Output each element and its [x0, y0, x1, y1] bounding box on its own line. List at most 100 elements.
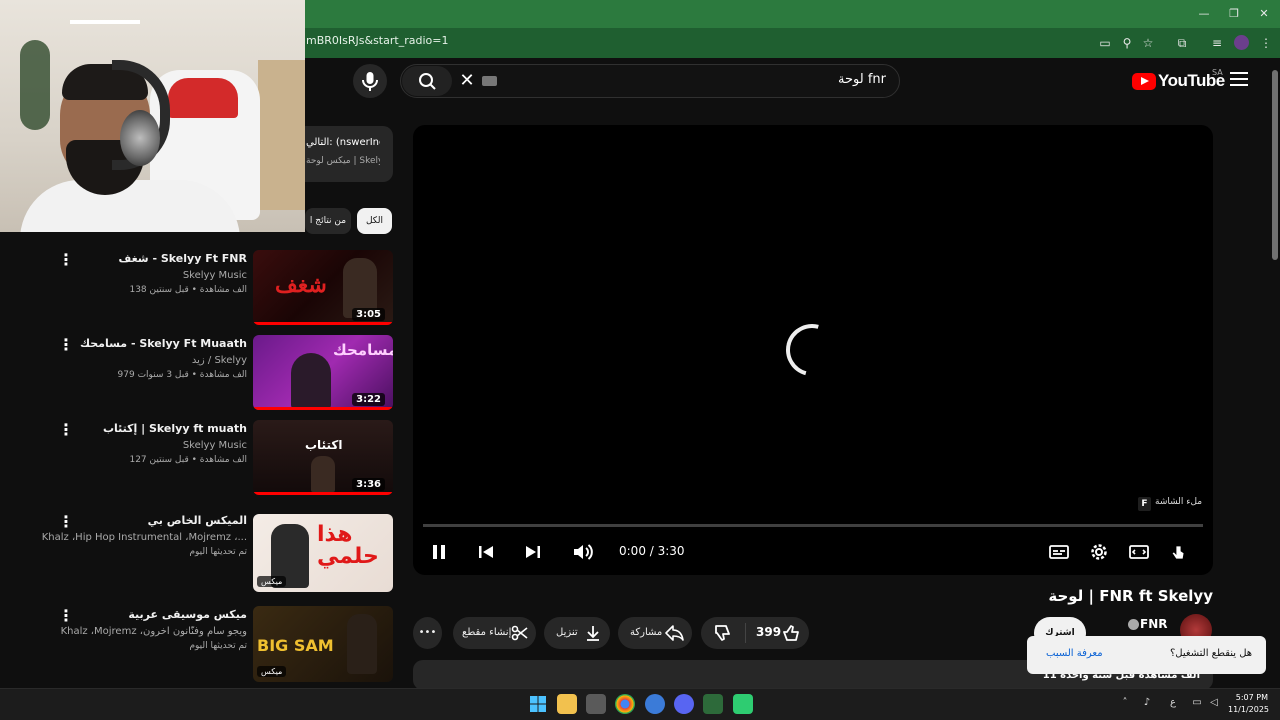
- clear-search-icon[interactable]: ✕: [458, 71, 476, 91]
- reading-list-icon[interactable]: ≡: [1209, 35, 1225, 51]
- more-options-icon[interactable]: ⋮: [58, 252, 74, 268]
- video-thumbnail[interactable]: اكتئاب 3:36: [253, 420, 393, 495]
- file-explorer-icon[interactable]: [557, 694, 577, 714]
- pause-icon: [433, 545, 445, 559]
- playlist-meta: تم تحديثها اليوم: [189, 641, 247, 651]
- list-item[interactable]: هذا حلمي ميكس الميكس الخاص بي Khalz ،Hip …: [0, 512, 395, 592]
- windows-start-icon[interactable]: [528, 694, 548, 714]
- thumbnail-art: هذا حلمي: [317, 522, 379, 569]
- settings-button[interactable]: [1088, 541, 1110, 563]
- video-thumbnail[interactable]: مسامحك 3:22: [253, 335, 393, 410]
- xbox-icon[interactable]: [703, 694, 723, 714]
- search-button[interactable]: [402, 66, 452, 96]
- discord-icon[interactable]: [674, 694, 694, 714]
- cast-icon[interactable]: ▭: [1097, 35, 1113, 51]
- more-options-icon[interactable]: ⋮: [58, 608, 74, 624]
- list-item[interactable]: اكتئاب 3:36 إكتئاب | Skelyy ft muath Ske…: [0, 420, 395, 500]
- store-icon[interactable]: [586, 694, 606, 714]
- download-button[interactable]: تنزيل: [544, 617, 610, 649]
- channel-name[interactable]: Skelyy Music: [37, 440, 247, 451]
- video-thumbnail[interactable]: شغف 3:05: [253, 250, 393, 325]
- hamburger-menu-icon[interactable]: [1230, 72, 1248, 90]
- playlist-thumbnail[interactable]: BIG SAM ميكس: [253, 606, 393, 682]
- subtitles-button[interactable]: [1048, 541, 1070, 563]
- webcam-plant: [20, 40, 50, 130]
- close-window-icon[interactable]: ✕: [1256, 6, 1272, 22]
- thumbs-down-icon: [715, 625, 730, 641]
- up-next-card[interactable]: [305, 126, 393, 182]
- thumbs-up-icon: [783, 625, 799, 641]
- input-language[interactable]: ع: [1166, 697, 1180, 708]
- microphone-icon: [362, 72, 378, 91]
- app-icon[interactable]: [733, 694, 753, 714]
- list-item[interactable]: BIG SAM ميكس ميكس موسيقى عربية Khalz ،Mo…: [0, 606, 395, 686]
- theater-mode-button[interactable]: [1128, 541, 1150, 563]
- video-progress-bar[interactable]: [423, 524, 1203, 527]
- dislike-button[interactable]: [712, 623, 734, 643]
- channel-name[interactable]: زيد / Skelyy: [37, 355, 247, 366]
- previous-button[interactable]: [475, 541, 497, 563]
- restore-icon[interactable]: ❐: [1226, 6, 1242, 22]
- playlist-artists: Khalz ،Mojremz ،ويجو سام وفنّانون آخرون: [60, 626, 247, 637]
- toast-learn-more-link[interactable]: معرفة السبب: [1046, 648, 1103, 659]
- youtube-logo-icon[interactable]: [1132, 73, 1156, 90]
- verified-check-icon: [1128, 619, 1139, 630]
- voice-search-button[interactable]: [353, 64, 387, 98]
- thumbnail-person: [311, 456, 335, 492]
- keyboard-icon[interactable]: [482, 76, 497, 86]
- address-bar-url[interactable]: mBR0IsRJs&start_radio=1: [306, 34, 448, 47]
- video-meta: 127 ألف مشاهدة • قبل سنتين: [129, 455, 247, 465]
- tray-overflow-icon[interactable]: ˄: [1118, 697, 1132, 708]
- fullscreen-hint: ملء الشاشة: [1155, 497, 1203, 507]
- watch-progress-bar: [253, 492, 393, 495]
- tray-mic-icon[interactable]: ♪: [1140, 697, 1154, 708]
- next-button[interactable]: [522, 541, 544, 563]
- duration-badge: 3:36: [352, 478, 385, 491]
- pause-button[interactable]: [428, 541, 450, 563]
- watch-progress-bar: [253, 407, 393, 410]
- fullscreen-button[interactable]: [1167, 541, 1189, 563]
- more-options-icon[interactable]: ⋮: [58, 514, 74, 530]
- channel-name-link[interactable]: FNR: [1140, 617, 1167, 631]
- create-clip-button[interactable]: إنشاء مقطع: [453, 617, 536, 649]
- profile-avatar[interactable]: [1234, 35, 1249, 50]
- toast-message: هل ينقطع التشغيل؟: [1170, 648, 1253, 659]
- mix-badge: ميكس: [257, 666, 287, 677]
- chrome-icon[interactable]: [615, 694, 635, 714]
- duration-badge: 3:22: [352, 393, 385, 406]
- browser-menu-icon[interactable]: ⋮: [1258, 35, 1274, 51]
- minimize-icon[interactable]: —: [1196, 6, 1212, 22]
- tray-volume-icon[interactable]: ◁: [1207, 697, 1221, 708]
- chip-all[interactable]: الكل: [357, 208, 392, 234]
- duration-badge: 3:05: [352, 308, 385, 321]
- download-icon: [587, 626, 599, 641]
- watch-progress-bar: [253, 322, 393, 325]
- more-actions-button[interactable]: •••: [413, 617, 442, 649]
- extensions-icon[interactable]: ⧉: [1174, 35, 1190, 51]
- taskbar-clock-time[interactable]: 5:07 PM: [1228, 693, 1268, 702]
- list-item[interactable]: مسامحك 3:22 مسامحك - Skelyy Ft Muaath زي…: [0, 335, 395, 415]
- webcam-chair-accent: [168, 78, 238, 118]
- list-item[interactable]: شغف 3:05 شغف - Skelyy Ft FNR Skelyy Musi…: [0, 250, 395, 330]
- video-meta: 138 ألف مشاهدة • قبل سنتين: [129, 285, 247, 295]
- volume-button[interactable]: [571, 541, 593, 563]
- channel-name[interactable]: Skelyy Music: [37, 270, 247, 281]
- bookmark-star-icon[interactable]: ☆: [1140, 35, 1156, 51]
- like-button[interactable]: [780, 623, 802, 643]
- theater-mode-icon: [1129, 545, 1149, 559]
- share-button[interactable]: مشاركة: [618, 617, 692, 649]
- playlist-thumbnail[interactable]: هذا حلمي ميكس: [253, 514, 393, 592]
- search-input[interactable]: لوحة fnr: [600, 72, 886, 87]
- thumbnail-art: BIG SAM: [257, 636, 334, 655]
- more-options-icon[interactable]: ⋮: [58, 422, 74, 438]
- up-next-title: التالي: (nswerInc: [306, 137, 380, 148]
- messenger-app-icon[interactable]: [645, 694, 665, 714]
- zoom-icon[interactable]: ⚲: [1119, 35, 1135, 51]
- scrollbar-thumb[interactable]: [1272, 70, 1278, 260]
- like-count[interactable]: 399: [756, 625, 781, 639]
- more-options-icon[interactable]: ⋮: [58, 337, 74, 353]
- taskbar-clock-date[interactable]: 11/1/2025: [1228, 705, 1269, 714]
- tray-display-icon[interactable]: ▭: [1190, 697, 1204, 708]
- chip-from-results[interactable]: من نتائج ا: [305, 208, 351, 234]
- playlist-meta: تم تحديثها اليوم: [189, 547, 247, 557]
